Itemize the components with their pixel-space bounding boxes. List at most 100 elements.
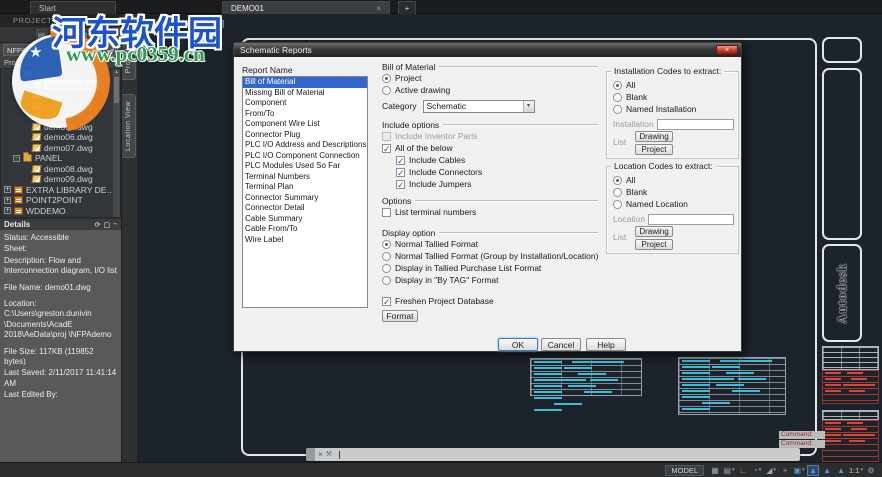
cancel-button[interactable]: Cancel — [541, 338, 581, 351]
ok-button[interactable]: OK — [498, 338, 538, 351]
commandline-tools-icon[interactable]: ⚒ — [326, 448, 332, 461]
model-button[interactable]: MODEL — [665, 464, 705, 476]
tree-item-extra-library-demo[interactable]: + EXTRA LIBRARY DEMO — [1, 185, 120, 196]
annotation-scale-icon[interactable]: ▲ — [835, 465, 847, 476]
report-list-item[interactable]: Cable From/To — [243, 224, 367, 235]
tree-item-wddemo[interactable]: + WDDEMO — [1, 206, 120, 217]
file-tab-start[interactable]: Start — [30, 1, 116, 14]
tree-item-demo02-dwg[interactable]: demo02.dwg — [1, 90, 120, 101]
collapse-expander-icon[interactable]: - — [13, 154, 20, 162]
expand-expander-icon[interactable]: + — [4, 207, 11, 215]
display-radio-display-in-tallied-purchase-list-format[interactable] — [382, 263, 391, 273]
footer-check-freshen-project-database[interactable]: ✓ — [382, 296, 391, 306]
report-list-item[interactable]: From/To — [243, 109, 367, 120]
report-list-item[interactable]: Bill of Material — [243, 77, 367, 88]
report-list-item[interactable]: Component Wire List — [243, 119, 367, 130]
tree-item-demo08-dwg[interactable]: demo08.dwg — [1, 164, 120, 175]
polar-tracking-icon[interactable]: ◔ ▾ — [751, 465, 763, 476]
grid-icon[interactable]: ▦ — [709, 465, 721, 476]
report-list-item[interactable]: Component — [243, 98, 367, 109]
display-radio-normal-tallied-format[interactable] — [382, 239, 391, 249]
osnap-tracking-icon[interactable]: + — [779, 465, 791, 476]
location-project-button[interactable]: Project — [635, 239, 673, 250]
collapse-icon[interactable]: – — [113, 221, 117, 229]
settings-icon[interactable]: ⚙ — [106, 29, 117, 40]
details-header[interactable]: Details ⟳ ▢ – — [0, 218, 121, 230]
scale-value[interactable]: 1:1 ▾ — [849, 466, 863, 475]
report-name-list[interactable]: Bill of Material Missing Bill of Material… — [242, 76, 368, 308]
tab-location-view[interactable]: Location View — [122, 94, 136, 158]
display-radio-display-in-by-tag-format[interactable] — [382, 275, 391, 285]
report-list-item[interactable]: Wire Label — [243, 235, 367, 246]
scroll-up-icon[interactable]: ▴ — [115, 69, 118, 75]
help-button[interactable]: Help — [586, 338, 626, 351]
tree-item-demo07-dwg[interactable]: demo07.dwg — [1, 143, 120, 154]
report-list-item[interactable]: Terminal Numbers — [243, 172, 367, 183]
include-check-include-cables[interactable]: ✓ — [396, 155, 405, 165]
bom-radio-project[interactable] — [382, 73, 391, 83]
include-check-include-jumpers[interactable]: ✓ — [396, 179, 405, 189]
dialog-close-button[interactable]: × — [716, 45, 738, 55]
category-dropdown[interactable]: Schematic ▼ — [422, 99, 535, 113]
tree-scrollbar[interactable]: ▴ — [113, 69, 120, 217]
dialog-titlebar[interactable]: Schematic Reports × — [234, 43, 741, 57]
autoscale-icon[interactable]: ▲ — [821, 465, 833, 476]
location-input[interactable] — [648, 213, 734, 225]
expand-expander-icon[interactable]: + — [4, 186, 11, 194]
chevron-down-icon[interactable]: ▼ — [522, 100, 534, 112]
isometric-drafting-icon[interactable]: ◢ ▾ — [765, 465, 777, 476]
installation-project-button[interactable]: Project — [635, 144, 673, 155]
refresh-details-icon[interactable]: ⟳ — [95, 221, 101, 229]
report-list-item[interactable]: Terminal Plan — [243, 182, 367, 193]
location-drawing-button[interactable]: Drawing — [635, 226, 673, 237]
tree-item-demo01-dwg[interactable]: demo01.dwg — [1, 78, 120, 91]
expand-expander-icon[interactable]: + — [4, 196, 11, 204]
publish-icon[interactable]: ▥ — [78, 29, 89, 40]
tab-project[interactable]: Project — [122, 42, 136, 80]
commandline-close-icon[interactable]: × — [318, 448, 323, 461]
command-line-grip[interactable] — [306, 448, 315, 461]
installation-radio-blank[interactable] — [613, 92, 622, 102]
location-radio-all[interactable] — [613, 175, 622, 185]
ortho-icon[interactable]: ∟ — [737, 465, 749, 476]
file-tab-demo01[interactable]: DEMO01 × — [222, 1, 390, 14]
include-check-include-connectors[interactable]: ✓ — [396, 167, 405, 177]
report-list-item[interactable]: Connector Summary — [243, 193, 367, 204]
installation-radio-all[interactable] — [613, 80, 622, 90]
location-radio-blank[interactable] — [613, 187, 622, 197]
location-radio-named-location[interactable] — [613, 199, 622, 209]
report-list-item[interactable]: PLC Modules Used So Far — [243, 161, 367, 172]
format-button[interactable]: Format — [382, 310, 418, 322]
options-check-list-terminal-numbers[interactable] — [382, 207, 391, 217]
installation-input[interactable] — [656, 118, 734, 130]
report-list-item[interactable]: PLC I/O Address and Descriptions — [243, 140, 367, 151]
attach-icon[interactable]: ◎ — [92, 29, 103, 40]
close-tab-icon[interactable]: × — [376, 4, 381, 13]
filter-icon[interactable]: ▾ — [114, 59, 117, 66]
collapse-expander-icon[interactable]: - — [13, 70, 20, 78]
snap-mode-icon[interactable]: ▤ ▾ — [723, 465, 735, 476]
tree-item-demo09-dwg[interactable]: demo09.dwg — [1, 174, 120, 185]
scrollbar-thumb[interactable] — [114, 77, 119, 103]
tree-item-point2point[interactable]: + POINT2POINT — [1, 195, 120, 206]
report-list-item[interactable]: Missing Bill of Material — [243, 88, 367, 99]
report-list-item[interactable]: PLC I/O Component Connection — [243, 151, 367, 162]
new-tab-button[interactable]: + — [398, 1, 416, 14]
object-snap-icon[interactable]: ▣ ▾ — [793, 465, 805, 476]
project-selector[interactable]: NFPAdemo ▾ — [3, 44, 118, 56]
viewport-controls[interactable]: [-][Top][2D Wireframe] — [141, 18, 224, 28]
tree-item-demo06-dwg[interactable]: demo06.dwg — [1, 132, 120, 143]
customization-icon[interactable]: ⚙ — [865, 465, 877, 476]
installation-drawing-button[interactable]: Drawing — [635, 131, 673, 142]
tree-item-demo04-dwg[interactable]: demo04.dwg — [1, 111, 120, 122]
tree-item-demo03-dwg[interactable]: demo03.dwg — [1, 101, 120, 112]
annotation-visibility-icon[interactable]: ▲ — [807, 464, 820, 476]
installation-radio-named-installation[interactable] — [613, 104, 622, 114]
report-list-item[interactable]: Cable Summary — [243, 214, 367, 225]
tree-item-demo05-dwg[interactable]: demo05.dwg — [1, 122, 120, 133]
tree-item-schematic[interactable]: - SCHEMATIC — [1, 69, 120, 80]
project-menu-icon[interactable]: ▤ — [36, 29, 47, 40]
new-drawing-icon[interactable]: ▢ — [50, 29, 61, 40]
include-check-all-of-the-below[interactable]: ✓ — [382, 143, 391, 153]
report-list-item[interactable]: Connector Plug — [243, 130, 367, 141]
